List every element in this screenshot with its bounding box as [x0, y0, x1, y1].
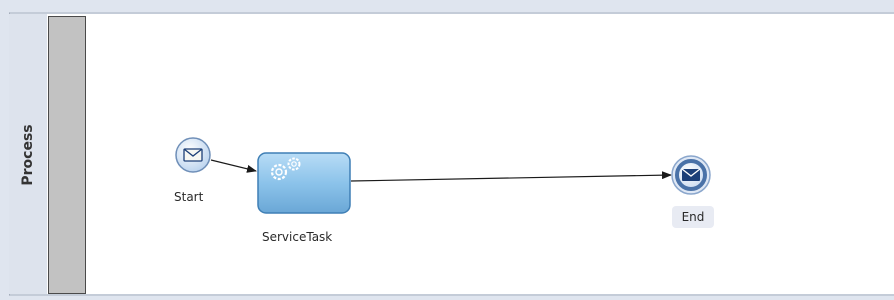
sequence-flow-start-to-task[interactable] — [210, 159, 257, 173]
service-task[interactable] — [257, 152, 351, 214]
process-diagram — [175, 137, 711, 214]
end-event[interactable] — [671, 155, 711, 195]
start-event-label: Start — [174, 190, 204, 204]
envelope-icon — [681, 168, 701, 181]
sequence-flow-task-to-end[interactable] — [350, 171, 672, 182]
service-task-label: ServiceTask — [262, 230, 333, 244]
start-event[interactable] — [175, 137, 211, 173]
end-event-label: End — [672, 206, 714, 228]
envelope-icon — [183, 148, 203, 162]
